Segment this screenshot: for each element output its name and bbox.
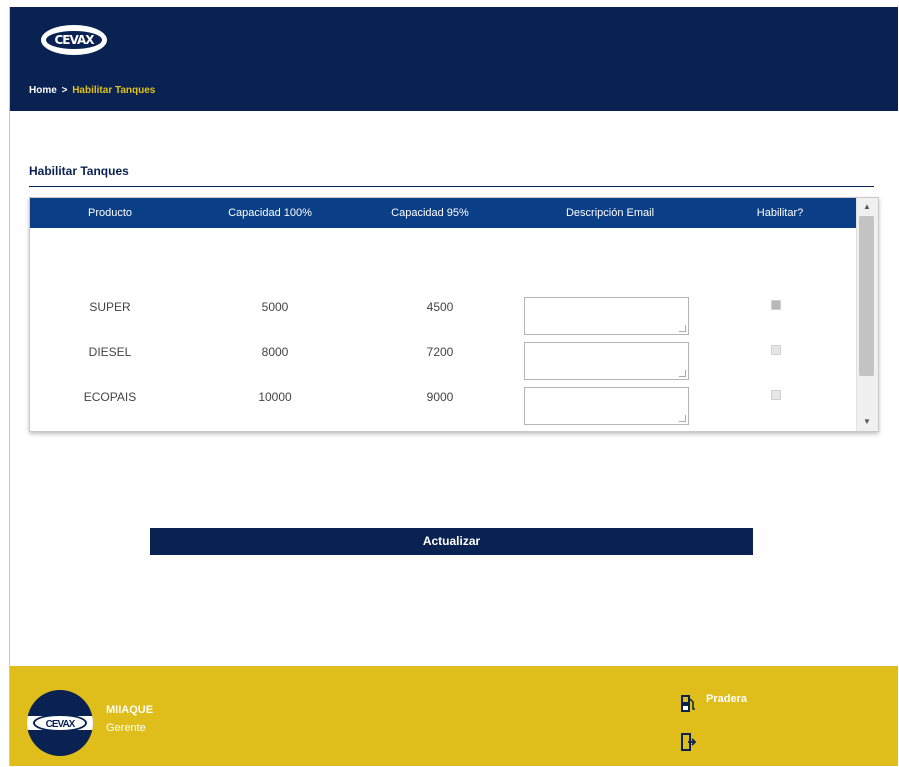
breadcrumb-home[interactable]: Home	[29, 85, 57, 96]
logo-text: CEVAX	[33, 714, 87, 732]
table-scrollbar[interactable]: ▲ ▼	[856, 198, 878, 431]
habilitar-checkbox[interactable]	[771, 345, 781, 355]
cevax-logo: CEVAX	[41, 25, 107, 55]
column-header-capacidad-95: Capacidad 95%	[391, 207, 469, 219]
column-header-producto: Producto	[87, 207, 133, 219]
title-divider	[29, 186, 874, 187]
header-bar: CEVAX Home > Habilitar Tanques	[10, 7, 898, 111]
logo-text: CEVAX	[46, 31, 102, 49]
cell-capacidad-95: 9000	[426, 390, 454, 404]
tanks-table: Producto Capacidad 100% Capacidad 95% De…	[29, 197, 879, 432]
table-row: ECOPAIS 10000 9000	[30, 382, 856, 426]
breadcrumb-current: Habilitar Tanques	[72, 85, 156, 96]
description-email-textarea[interactable]	[524, 342, 689, 380]
column-header-habilitar: Habilitar?	[756, 207, 804, 219]
cell-capacidad-100: 10000	[258, 390, 292, 404]
table-row: SUPER 5000 4500	[30, 292, 856, 336]
cell-producto: DIESEL	[88, 345, 132, 359]
description-email-textarea[interactable]	[524, 387, 689, 425]
logout-door-icon[interactable]	[680, 732, 696, 752]
station-name[interactable]: Pradera	[706, 693, 747, 705]
cell-capacidad-100: 8000	[261, 345, 289, 359]
page-title: Habilitar Tanques	[29, 164, 129, 178]
habilitar-checkbox[interactable]	[771, 390, 781, 400]
user-role: Gerente	[106, 722, 146, 734]
app-frame: CEVAX Home > Habilitar Tanques Habilitar…	[9, 7, 898, 766]
column-header-capacidad-100: Capacidad 100%	[228, 207, 312, 219]
cell-producto: SUPER	[89, 300, 131, 314]
cevax-footer-logo: CEVAX	[27, 690, 93, 756]
update-button[interactable]: Actualizar	[150, 528, 753, 555]
column-header-descripcion-email: Descripción Email	[565, 207, 655, 219]
table-header: Producto Capacidad 100% Capacidad 95% De…	[30, 198, 856, 228]
footer-bar: CEVAX MIIAQUE Gerente Pradera	[10, 666, 898, 766]
scroll-up-arrow-icon[interactable]: ▲	[862, 202, 872, 212]
scroll-down-arrow-icon[interactable]: ▼	[862, 417, 872, 427]
breadcrumb-separator: >	[61, 85, 68, 96]
cell-capacidad-95: 4500	[426, 300, 454, 314]
habilitar-checkbox[interactable]	[771, 300, 781, 310]
breadcrumb: Home > Habilitar Tanques	[29, 85, 155, 96]
gas-pump-icon[interactable]	[680, 694, 696, 714]
cell-producto: ECOPAIS	[83, 390, 137, 404]
table-row: DIESEL 8000 7200	[30, 337, 856, 381]
user-name: MIIAQUE	[106, 704, 154, 716]
cell-capacidad-100: 5000	[261, 300, 289, 314]
cell-capacidad-95: 7200	[426, 345, 454, 359]
scrollbar-thumb[interactable]	[859, 216, 874, 376]
description-email-textarea[interactable]	[524, 297, 689, 335]
